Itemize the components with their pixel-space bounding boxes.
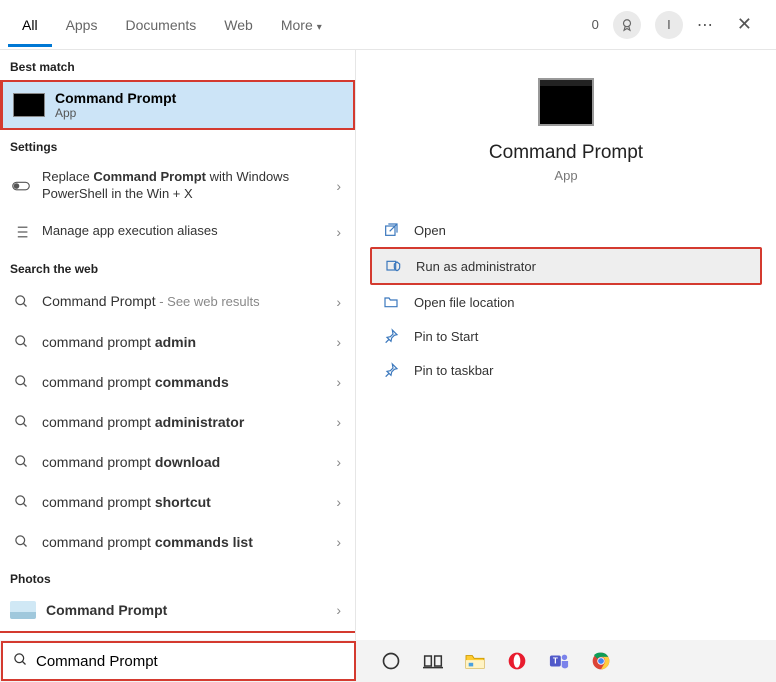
- tab-documents[interactable]: Documents: [111, 3, 210, 47]
- tab-more[interactable]: More▾: [267, 3, 336, 47]
- results-column: Best match Command Prompt App Settings R…: [0, 50, 355, 682]
- task-view-icon[interactable]: [421, 649, 445, 673]
- tab-apps[interactable]: Apps: [52, 3, 112, 47]
- close-button[interactable]: ✕: [729, 10, 760, 39]
- web-result-item[interactable]: command prompt administrator ›: [0, 402, 355, 442]
- action-label: Run as administrator: [416, 259, 536, 274]
- chrome-icon[interactable]: [589, 649, 613, 673]
- user-avatar[interactable]: I: [655, 11, 683, 39]
- chevron-right-icon: ›: [332, 294, 345, 310]
- pin-icon: [382, 362, 400, 378]
- more-options-icon[interactable]: ⋯: [697, 15, 715, 35]
- settings-item-replace-powershell[interactable]: Replace Command Prompt with Windows Powe…: [0, 160, 355, 212]
- open-icon: [382, 222, 400, 238]
- section-photos: Photos: [0, 562, 355, 592]
- action-label: Open: [414, 223, 446, 238]
- cortana-icon[interactable]: [379, 649, 403, 673]
- tab-all[interactable]: All: [8, 3, 52, 47]
- action-run-as-administrator[interactable]: Run as administrator: [370, 247, 762, 285]
- web-result-label: command prompt download: [42, 453, 332, 471]
- best-match-result[interactable]: Command Prompt App: [0, 80, 355, 130]
- action-pin-to-taskbar[interactable]: Pin to taskbar: [370, 353, 762, 387]
- toggle-icon: [10, 180, 32, 192]
- search-icon: [3, 652, 36, 671]
- action-label: Open file location: [414, 295, 514, 310]
- chevron-right-icon: ›: [332, 224, 345, 240]
- teams-icon[interactable]: T: [547, 649, 571, 673]
- web-result-label: command prompt admin: [42, 333, 332, 351]
- photo-thumbnail-icon: [10, 601, 36, 619]
- action-pin-to-start[interactable]: Pin to Start: [370, 319, 762, 353]
- search-icon: [10, 414, 32, 429]
- chevron-right-icon: ›: [332, 454, 345, 470]
- command-prompt-icon: [13, 93, 45, 117]
- chevron-right-icon: ›: [332, 374, 345, 390]
- photos-result-item[interactable]: Command Prompt ›: [0, 592, 355, 633]
- svg-text:T: T: [553, 657, 558, 666]
- preview-title: Command Prompt: [489, 142, 643, 164]
- pin-icon: [382, 328, 400, 344]
- search-icon: [10, 374, 32, 389]
- chevron-right-icon: ›: [332, 494, 345, 510]
- search-input[interactable]: [36, 643, 354, 679]
- rewards-badge-icon[interactable]: [613, 11, 641, 39]
- section-best-match: Best match: [0, 50, 355, 80]
- chevron-right-icon: ›: [332, 534, 345, 550]
- chevron-right-icon: ›: [332, 178, 345, 194]
- search-icon: [10, 454, 32, 469]
- section-search-web: Search the web: [0, 252, 355, 282]
- file-explorer-icon[interactable]: [463, 649, 487, 673]
- folder-icon: [382, 294, 400, 310]
- best-match-subtitle: App: [55, 106, 176, 120]
- preview-column: Command Prompt App Open Run as administr…: [355, 50, 776, 682]
- chevron-right-icon: ›: [332, 602, 345, 618]
- best-match-title: Command Prompt: [55, 90, 176, 106]
- web-result-item[interactable]: command prompt admin ›: [0, 322, 355, 362]
- bottom-row: T: [0, 640, 776, 682]
- search-icon: [10, 534, 32, 549]
- web-result-label: command prompt administrator: [42, 413, 332, 431]
- tabs-row: All Apps Documents Web More▾ 0 I ⋯ ✕: [0, 0, 776, 50]
- web-result-item[interactable]: command prompt commands ›: [0, 362, 355, 402]
- search-box[interactable]: [1, 641, 356, 681]
- settings-item-label: Replace Command Prompt with Windows Powe…: [42, 169, 332, 203]
- chevron-down-icon: ▾: [317, 22, 322, 33]
- action-label: Pin to taskbar: [414, 363, 494, 378]
- list-icon: [10, 225, 32, 239]
- web-result-item[interactable]: command prompt download ›: [0, 442, 355, 482]
- tab-web[interactable]: Web: [210, 3, 267, 47]
- action-label: Pin to Start: [414, 329, 478, 344]
- search-icon: [10, 334, 32, 349]
- opera-icon[interactable]: [505, 649, 529, 673]
- rewards-points: 0: [592, 17, 599, 32]
- web-result-item[interactable]: command prompt commands list ›: [0, 522, 355, 562]
- settings-item-label: Manage app execution aliases: [42, 223, 332, 240]
- web-result-label: command prompt commands list: [42, 533, 332, 551]
- web-result-label: command prompt shortcut: [42, 493, 332, 511]
- action-open-file-location[interactable]: Open file location: [370, 285, 762, 319]
- action-open[interactable]: Open: [370, 213, 762, 247]
- chevron-right-icon: ›: [332, 414, 345, 430]
- web-result-item[interactable]: command prompt shortcut ›: [0, 482, 355, 522]
- web-result-label: command prompt commands: [42, 373, 332, 391]
- section-settings: Settings: [0, 130, 355, 160]
- preview-subtitle: App: [554, 168, 577, 183]
- settings-item-execution-aliases[interactable]: Manage app execution aliases ›: [0, 212, 355, 252]
- search-icon: [10, 294, 32, 309]
- command-prompt-icon: [538, 78, 594, 126]
- web-result-label: Command Prompt - See web results: [42, 292, 332, 311]
- chevron-right-icon: ›: [332, 334, 345, 350]
- shield-run-icon: [384, 258, 402, 274]
- photos-item-label: Command Prompt: [46, 601, 332, 619]
- web-result-item[interactable]: Command Prompt - See web results ›: [0, 282, 355, 322]
- search-icon: [10, 494, 32, 509]
